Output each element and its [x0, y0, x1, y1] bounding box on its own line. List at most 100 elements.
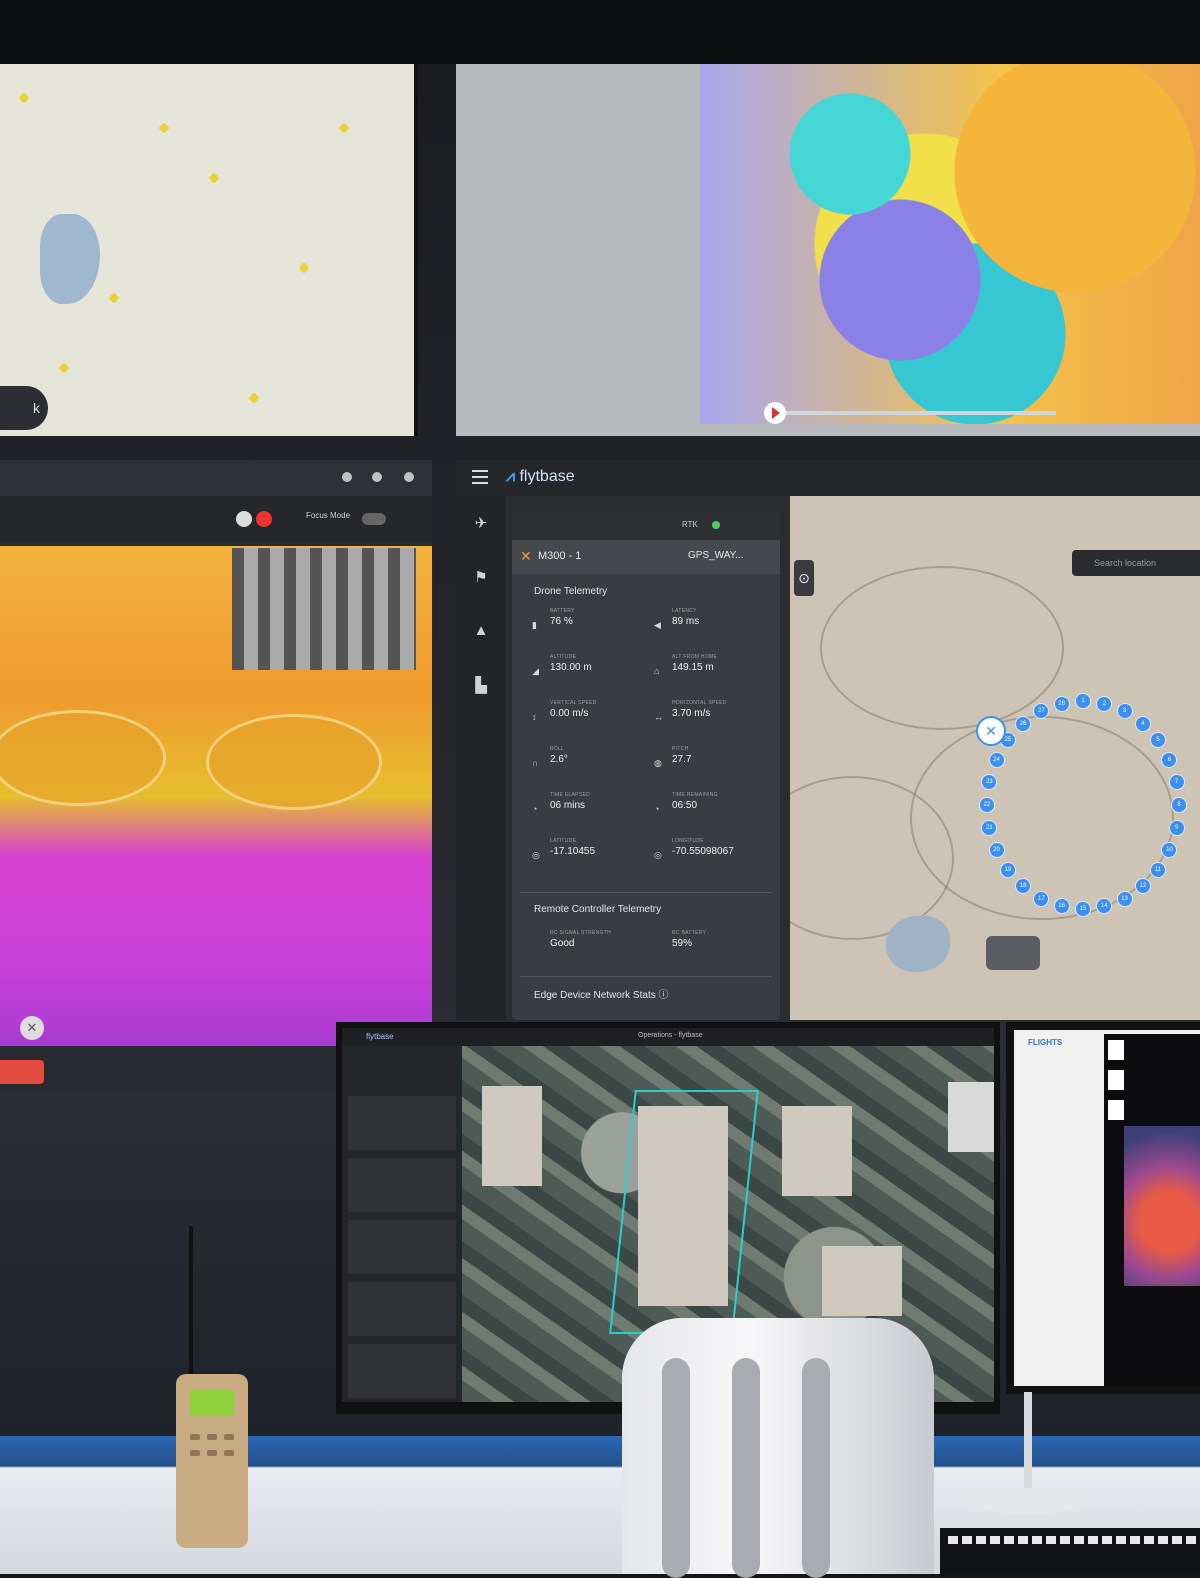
- aircraft-icon: [248, 392, 260, 404]
- mission-map[interactable]: ⊙ ⚲ Search location 12345678910111213141…: [790, 496, 1200, 1020]
- end-button[interactable]: [0, 1060, 44, 1084]
- divider: [520, 976, 772, 977]
- remote-field: RC BATTERY 59%: [672, 930, 706, 949]
- ceiling: [0, 0, 1200, 64]
- tab[interactable]: [1108, 1040, 1124, 1060]
- drone-selector[interactable]: ✕ M300 - 1 GPS_WAY...: [512, 540, 780, 574]
- keyboard-key: [1130, 1536, 1140, 1544]
- waypoint-marker[interactable]: 11: [1150, 861, 1167, 878]
- geofence-polygon: [609, 1090, 759, 1334]
- keyboard-key: [990, 1536, 1000, 1544]
- waypoint-marker[interactable]: 9: [1168, 820, 1185, 837]
- waypoint-marker[interactable]: 6: [1161, 751, 1178, 768]
- chair: [622, 1318, 934, 1578]
- aircraft-icon: [158, 122, 170, 134]
- drone-icon[interactable]: ✈: [472, 514, 490, 532]
- close-icon[interactable]: ✕: [20, 1016, 44, 1040]
- telemetry-field-icon: ↕: [532, 712, 537, 722]
- map-pill-button[interactable]: k: [0, 386, 48, 430]
- timeline-track[interactable]: [786, 411, 1056, 415]
- chart-icon[interactable]: ▙: [472, 676, 490, 694]
- telemetry-field: ALTITUDE 130.00 m: [550, 654, 592, 673]
- list-item[interactable]: [348, 1158, 456, 1212]
- list-item[interactable]: [348, 1220, 456, 1274]
- building: [782, 1106, 852, 1196]
- keyboard-key: [1186, 1536, 1196, 1544]
- waypoint-marker[interactable]: 1: [1075, 693, 1091, 709]
- telemetry-field-icon: ∩: [532, 758, 539, 768]
- keyboard-key: [1144, 1536, 1154, 1544]
- list-item[interactable]: [348, 1344, 456, 1398]
- radio-screen: [190, 1390, 234, 1416]
- home-button[interactable]: [986, 936, 1040, 970]
- keyboard-key: [962, 1536, 972, 1544]
- waypoint-marker[interactable]: 24: [988, 751, 1005, 768]
- telemetry-field: TIME ELAPSED 06 mins: [550, 792, 590, 811]
- telemetry-key: BATTERY: [550, 608, 575, 614]
- waypoint-marker[interactable]: 26: [1015, 715, 1032, 732]
- radio-antenna: [189, 1226, 193, 1378]
- flag-icon[interactable]: ⚑: [472, 568, 490, 586]
- waypoint-marker[interactable]: 10: [1161, 842, 1178, 859]
- waypoint-marker[interactable]: 20: [988, 842, 1005, 859]
- logo-text: flytbase: [519, 468, 575, 485]
- waypoint-marker[interactable]: 14: [1096, 898, 1113, 915]
- waypoint-marker[interactable]: 2: [1096, 695, 1113, 712]
- tab[interactable]: [1108, 1100, 1124, 1120]
- play-button[interactable]: [764, 402, 786, 424]
- hamburger-menu-icon[interactable]: [472, 470, 488, 472]
- operations-top-bar: flytbase Operations - flytbase: [342, 1028, 994, 1046]
- aircraft-icon: [58, 362, 70, 374]
- info-icon[interactable]: ⓘ: [659, 990, 669, 1001]
- keyboard-key: [1004, 1536, 1014, 1544]
- pill-label: k: [33, 400, 40, 416]
- capture-button[interactable]: [236, 511, 252, 527]
- telemetry-field-icon: ◔: [654, 804, 660, 814]
- tab[interactable]: [1108, 1070, 1124, 1090]
- remote-field: RC SIGNAL STRENGTH Good: [550, 930, 611, 949]
- waypoint-marker[interactable]: 16: [1053, 898, 1070, 915]
- chair-slot: [732, 1358, 760, 1578]
- divider: [520, 892, 772, 893]
- waypoint-marker[interactable]: 22: [979, 797, 995, 813]
- waypoint-marker[interactable]: 13: [1116, 890, 1133, 907]
- record-button[interactable]: [256, 511, 272, 527]
- telemetry-field-icon: ⌂: [654, 666, 660, 676]
- search-location-input[interactable]: Search location: [1072, 550, 1200, 576]
- waypoint-marker[interactable]: 4: [1134, 715, 1151, 732]
- waypoint-marker[interactable]: 19: [999, 861, 1016, 878]
- aircraft-icon: [208, 172, 220, 184]
- focus-mode-toggle[interactable]: [362, 513, 386, 525]
- aircraft-icon: [298, 262, 310, 274]
- telemetry-key: LATENCY: [672, 608, 697, 614]
- globe-icon[interactable]: [404, 472, 414, 482]
- telemetry-value: 3.70 m/s: [672, 708, 711, 719]
- telemetry-field: VERTICAL SPEED 0.00 m/s: [550, 700, 597, 719]
- telemetry-field-icon: ◍: [654, 758, 662, 768]
- waypoint-marker[interactable]: 7: [1168, 773, 1185, 790]
- telemetry-key: LONGITUDE: [672, 838, 704, 844]
- waypoint-marker[interactable]: 12: [1134, 878, 1151, 895]
- list-item[interactable]: [348, 1096, 456, 1150]
- thermal-camera-screen: Focus Mode ✕: [0, 460, 432, 1090]
- waypoint-marker[interactable]: 17: [1033, 890, 1050, 907]
- bell-icon[interactable]: [342, 472, 352, 482]
- status-dot: [712, 521, 720, 529]
- telemetry-key: LATITUDE: [550, 838, 577, 844]
- waypoint-marker[interactable]: 5: [1150, 732, 1167, 749]
- location-pin-icon[interactable]: ⊙: [794, 560, 814, 596]
- waypoint-marker[interactable]: 8: [1171, 797, 1187, 813]
- play-icon: [772, 407, 780, 419]
- settings-icon[interactable]: [372, 472, 382, 482]
- keyboard-key: [976, 1536, 986, 1544]
- waypoint-marker[interactable]: 28: [1053, 695, 1070, 712]
- drone-marker-icon[interactable]: ✕: [976, 716, 1006, 746]
- thermal-preview: [1124, 1126, 1200, 1286]
- weather-radar-screen: [456, 64, 1200, 436]
- waypoint-marker[interactable]: 3: [1116, 703, 1133, 720]
- layers-icon[interactable]: ▲: [472, 622, 490, 640]
- list-item[interactable]: [348, 1282, 456, 1336]
- remote-value: Good: [550, 938, 575, 949]
- telemetry-field: LATENCY 89 ms: [672, 608, 699, 627]
- waypoint-marker[interactable]: 15: [1075, 901, 1091, 917]
